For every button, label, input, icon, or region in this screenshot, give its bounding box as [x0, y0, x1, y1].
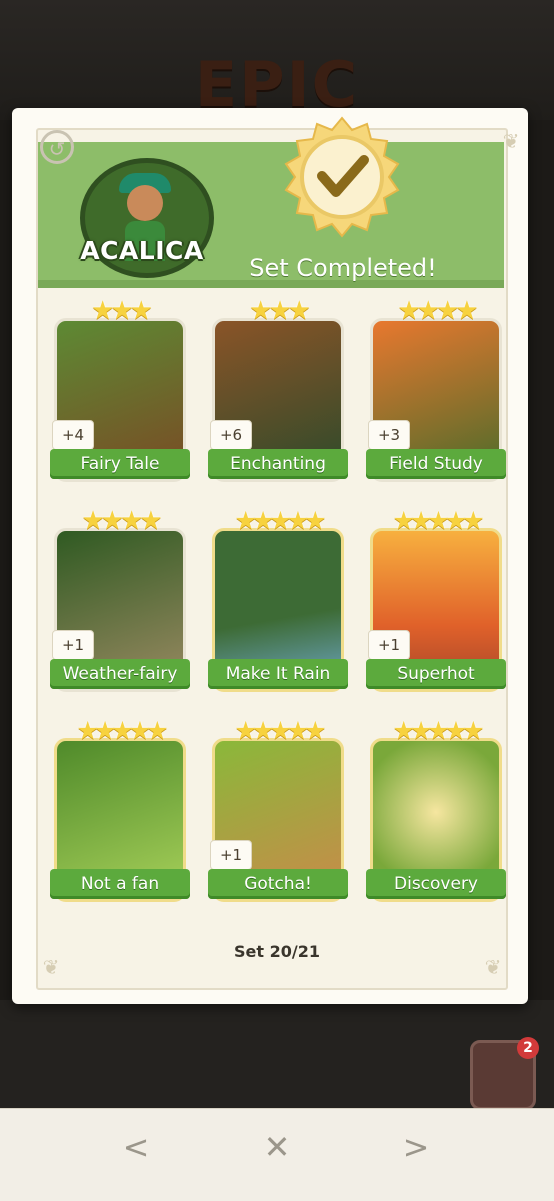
sticker-card[interactable]: ★★★★★ Not a fan [50, 716, 190, 906]
star-icon: ★★★★ [81, 506, 162, 536]
sticker-card[interactable]: ★★★★★ +1 Gotcha! [208, 716, 348, 906]
sticker-card[interactable]: ★★★★ +3 Field Study [366, 296, 506, 486]
sticker-card[interactable]: ★★★★★ +1 Superhot [366, 506, 506, 696]
card-name: Discovery [366, 869, 506, 899]
chest-count-badge: 2 [517, 1037, 539, 1059]
history-icon[interactable]: ↺ [40, 130, 74, 164]
card-name: Make It Rain [208, 659, 348, 689]
star-icon: ★★★ [91, 296, 153, 326]
card-name: Fairy Tale [50, 449, 190, 479]
duplicate-count-badge: +6 [210, 420, 252, 450]
card-name: Field Study [366, 449, 506, 479]
star-icon: ★★★★★ [234, 506, 326, 535]
sticker-card[interactable]: ★★★★★ Discovery [366, 716, 506, 906]
sticker-card[interactable]: ★★★ +6 Enchanting [208, 296, 348, 486]
duplicate-count-badge: +1 [368, 630, 410, 660]
sticker-card[interactable]: ★★★ +4 Fairy Tale [50, 296, 190, 486]
card-name: Gotcha! [208, 869, 348, 899]
set-progress: Set 20/21 [234, 942, 320, 961]
chevron-right-icon[interactable]: > [386, 1127, 446, 1167]
star-icon: ★★★★★ [392, 716, 484, 745]
card-name: Weather-fairy [50, 659, 190, 689]
star-icon: ★★★★★ [392, 506, 484, 535]
card-name: Not a fan [50, 869, 190, 899]
set-status: Set Completed! [249, 254, 437, 282]
set-name: ACALICA [80, 236, 204, 265]
completed-seal [284, 116, 400, 238]
star-icon: ★★★★ [397, 296, 478, 326]
card-name: Enchanting [208, 449, 348, 479]
star-icon: ★★★★★ [76, 716, 168, 745]
chest-button[interactable]: 2 [470, 1037, 539, 1110]
close-icon[interactable]: ✕ [247, 1127, 307, 1167]
card-name: Superhot [366, 659, 506, 689]
chevron-left-icon[interactable]: < [106, 1127, 166, 1167]
bottom-navigation: < ✕ > [0, 1108, 554, 1201]
duplicate-count-badge: +1 [52, 630, 94, 660]
duplicate-count-badge: +4 [52, 420, 94, 450]
duplicate-count-badge: +1 [210, 840, 252, 870]
star-icon: ★★★ [249, 296, 311, 326]
sticker-card[interactable]: ★★★★ +1 Weather-fairy [50, 506, 190, 696]
star-icon: ★★★★★ [234, 716, 326, 745]
duplicate-count-badge: +3 [368, 420, 410, 450]
sticker-card[interactable]: ★★★★★ Make It Rain [208, 506, 348, 696]
